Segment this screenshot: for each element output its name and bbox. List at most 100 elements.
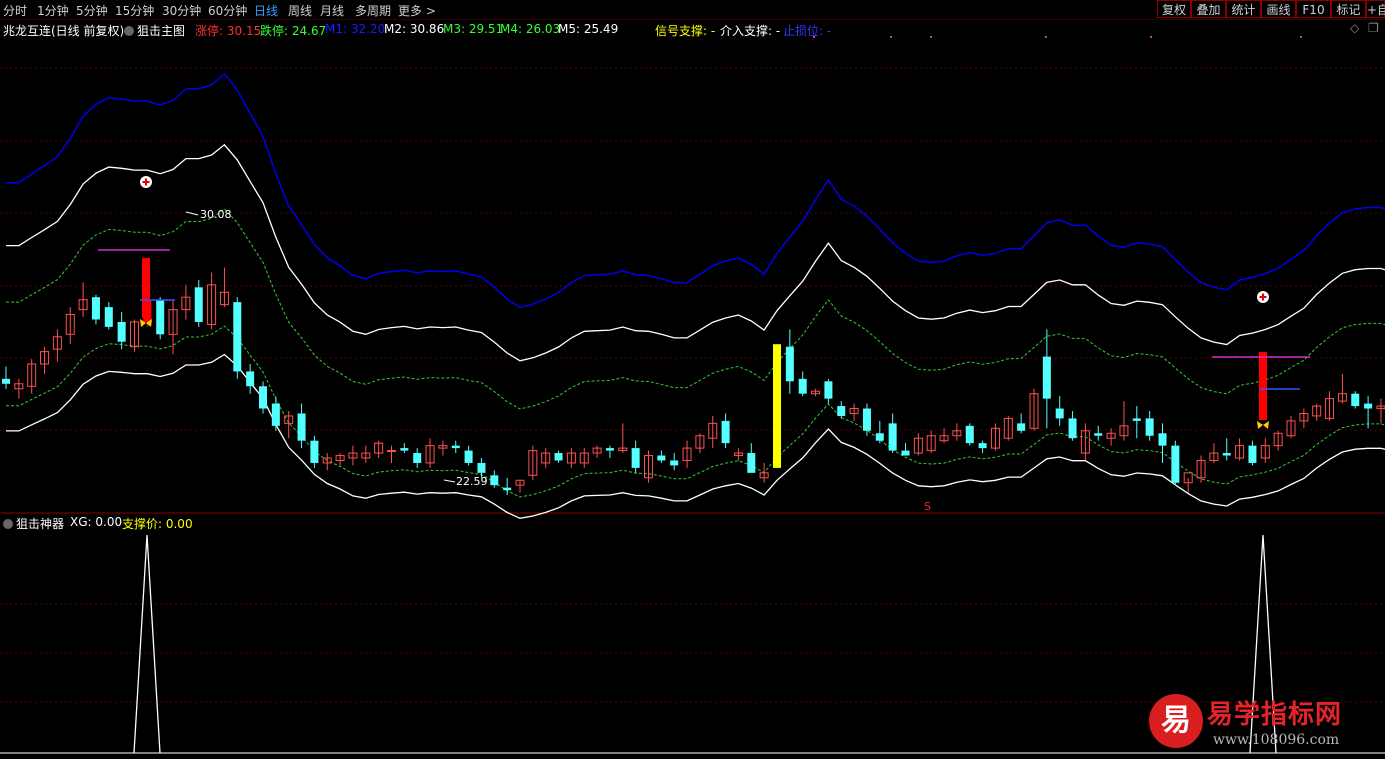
period-tab-7[interactable]: 周线 [288, 2, 312, 19]
formula-name-text: 狙击主图 [137, 24, 186, 38]
candle-body-52 [670, 460, 679, 466]
candle-body-85 [1094, 433, 1103, 436]
formula-toggle-icon[interactable] [124, 26, 134, 36]
signal-bar-left [142, 258, 150, 318]
candle-body-68 [875, 433, 884, 441]
ma-band-green-upper [6, 208, 1385, 410]
candle-body-83 [1068, 418, 1077, 439]
candle-body-7 [91, 297, 100, 320]
candle-body-65 [837, 406, 846, 416]
candle-body-79 [1017, 423, 1026, 431]
period-tab-9[interactable]: 多周期 [355, 2, 391, 19]
candle-body-31 [400, 448, 409, 451]
period-tab-4[interactable]: 30分钟 [162, 2, 201, 19]
candle-body-58 [747, 453, 756, 473]
stop-loss-label: 止损位: - [783, 24, 832, 38]
candle-body-32 [413, 453, 422, 463]
m4-label: M4: 26.03 [500, 22, 561, 36]
window-icon[interactable]: ❐ [1368, 21, 1379, 35]
candle-body-106 [1364, 403, 1373, 409]
candle-body-18 [233, 302, 242, 372]
top-dot-2 [930, 36, 932, 38]
candle-body-91 [1171, 445, 1180, 483]
period-tab-8[interactable]: 月线 [320, 2, 344, 19]
logo-title: 易学指标网 [1207, 700, 1343, 730]
signal-support-label: 信号支撑: - [655, 24, 716, 38]
candle-body-61 [785, 346, 794, 382]
candle-body-70 [901, 450, 910, 456]
period-tab-0[interactable]: 分时 [3, 2, 27, 19]
toolbar-button-1[interactable]: 叠加 [1191, 0, 1226, 18]
candle-body-20 [259, 386, 267, 409]
candle-body-49 [631, 448, 640, 468]
s-marker: S [924, 500, 931, 513]
candle-body-37 [477, 462, 486, 473]
candle-body-0 [2, 378, 10, 384]
candle-body-21 [271, 403, 280, 426]
stock-title: 兆龙互连(日线 前复权) [3, 24, 125, 38]
top-dot-4 [1150, 36, 1152, 38]
candle-body-24 [310, 440, 319, 463]
period-tab-2[interactable]: 5分钟 [76, 2, 108, 19]
period-tab-10[interactable]: 更多 > [398, 2, 436, 19]
candle-body-15 [194, 287, 203, 322]
high-price-marker: 30.08 [200, 208, 232, 221]
m2-label: M2: 30.86 [384, 22, 445, 36]
candle-body-36 [464, 450, 473, 463]
candle-body-105 [1351, 393, 1360, 407]
candle-body-38 [490, 475, 499, 486]
candle-body-30 [387, 450, 396, 453]
m1-label: M1: 32.20 [325, 22, 386, 36]
m3-label: M3: 29.51 [443, 22, 504, 36]
toolbar-button-0[interactable]: 复权 [1157, 0, 1191, 18]
ma-band-white-upper [6, 143, 1385, 362]
period-tab-1[interactable]: 1分钟 [37, 2, 69, 19]
period-tab-6[interactable]: 日线 [254, 2, 278, 19]
candle-body-19 [246, 371, 255, 387]
low-pointer [443, 479, 456, 483]
m5-label: M5: 25.49 [558, 22, 619, 36]
candle-body-64 [824, 381, 833, 399]
candle-body-51 [657, 455, 666, 461]
toolbar-button-6[interactable]: +自 [1366, 0, 1385, 18]
candle-body-89 [1145, 418, 1154, 436]
candle-body-82 [1055, 408, 1064, 419]
butterfly-icon-1 [1257, 421, 1269, 429]
diamond-icon[interactable]: ◇ [1350, 21, 1359, 35]
formula-name[interactable]: 狙击主图 [124, 22, 185, 39]
entry-support-label: 介入支撑: - [720, 24, 781, 38]
candle-body-12 [156, 299, 165, 335]
logo-url: www.108096.com [1213, 732, 1340, 748]
kline-chart[interactable] [0, 0, 1385, 759]
candle-body-69 [888, 423, 897, 451]
candle-body-67 [862, 408, 871, 431]
candle-body-39 [503, 487, 512, 491]
candle-body-35 [451, 445, 460, 449]
toolbar-button-5[interactable]: 标记 [1331, 0, 1366, 18]
toolbar-button-4[interactable]: F10 [1296, 0, 1331, 18]
candle-body-76 [978, 443, 987, 449]
signal-bar-right [1259, 352, 1267, 420]
sub-panel-toggle-icon[interactable] [3, 519, 13, 529]
toolbar-button-3[interactable]: 画线 [1261, 0, 1296, 18]
support-price-label: 支撑价: 0.00 [122, 517, 193, 531]
watermark-logo: 易 易学指标网 www.108096.com [1145, 690, 1385, 756]
top-dot-1 [890, 36, 892, 38]
dt-label: 跌停: 24.67 [260, 24, 327, 38]
xg-spike-0 [133, 534, 161, 754]
top-dot-3 [1045, 36, 1047, 38]
sub-panel-title[interactable]: 狙击神器 [3, 515, 64, 532]
ma-band-blue [6, 72, 1385, 309]
period-tab-5[interactable]: 60分钟 [208, 2, 247, 19]
candle-body-56 [721, 420, 730, 444]
candle-body-23 [297, 413, 306, 441]
period-tab-3[interactable]: 15分钟 [115, 2, 154, 19]
candle-body-88 [1132, 418, 1141, 421]
toolbar-button-2[interactable]: 统计 [1226, 0, 1261, 18]
candle-body-81 [1042, 356, 1051, 399]
candle-body-95 [1222, 453, 1231, 456]
candle-body-43 [554, 453, 563, 461]
top-dot-5 [1300, 36, 1302, 38]
period-toolbar: 分时 1分钟 5分钟 15分钟 30分钟 60分钟 日线 周线 月线 多周期 更多 > 复权 叠加 统计画… [0, 0, 1385, 20]
zt-label: 涨停: 30.15 [195, 24, 262, 38]
